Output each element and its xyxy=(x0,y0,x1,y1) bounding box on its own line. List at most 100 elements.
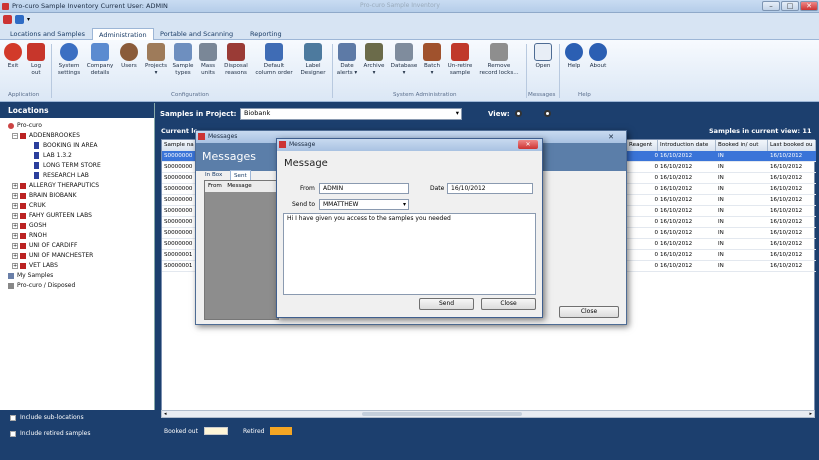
tree-item-rnoh[interactable]: + RNOH xyxy=(12,231,47,241)
disposal-reasons-button[interactable]: Disposal reasons xyxy=(221,43,251,77)
open-messages-button[interactable]: Open xyxy=(531,43,555,70)
users-button[interactable]: Users xyxy=(117,43,141,70)
maximize-button[interactable]: □ xyxy=(781,1,799,11)
mass-units-button[interactable]: Mass units xyxy=(197,43,219,77)
expand-icon[interactable]: + xyxy=(12,242,18,249)
projects-button[interactable]: Projects ▾ xyxy=(143,43,169,77)
unretire-icon xyxy=(451,43,469,61)
column-header-sample-name[interactable]: Sample na xyxy=(162,140,198,151)
label-designer-button[interactable]: Label Designer xyxy=(298,43,328,77)
tree-item-uni-of-manchester[interactable]: + UNI OF MANCHESTER xyxy=(12,251,93,261)
scroll-right-icon[interactable]: ▸ xyxy=(809,411,812,417)
tab-locations-and-samples[interactable]: Locations and Samples xyxy=(4,28,91,40)
column-header-reagent[interactable]: Reagent xyxy=(627,140,658,151)
company-details-button[interactable]: Company details xyxy=(85,43,115,77)
qat-dropdown-icon[interactable]: ▾ xyxy=(27,16,30,23)
table-cell: 16/10/2012 xyxy=(658,151,716,162)
help-button[interactable]: Help xyxy=(563,43,585,70)
default-column-order-button[interactable]: Default column order xyxy=(254,43,294,77)
send-to-select[interactable]: MMATTHEW ▾ xyxy=(319,199,409,210)
sample-types-button[interactable]: Sample types xyxy=(172,43,194,77)
column-header-introduction-date[interactable]: Introduction date xyxy=(658,140,716,151)
expand-icon[interactable]: + xyxy=(12,222,18,229)
view-radio-b[interactable] xyxy=(544,110,551,117)
table-cell: IN xyxy=(716,217,768,228)
expand-icon[interactable]: + xyxy=(12,182,18,189)
tree-item-allergy-theraputics[interactable]: + ALLERGY THERAPUTICS xyxy=(12,181,99,191)
logout-button[interactable]: Log out xyxy=(26,43,46,77)
column-header-last-booked-out[interactable]: Last booked ou xyxy=(768,140,816,151)
ribbon: Exit Log out Application System settings… xyxy=(0,40,819,102)
help-icon xyxy=(565,43,583,61)
projects-icon xyxy=(147,43,165,61)
unretire-sample-button[interactable]: Un-retire sample xyxy=(445,43,475,77)
horizontal-scrollbar[interactable]: ◂ ▸ xyxy=(161,410,815,418)
include-sub-locations-checkbox[interactable]: Include sub-locations xyxy=(10,414,84,421)
tree-item-booking-in-area[interactable]: BOOKING IN AREA xyxy=(34,141,98,151)
date-field[interactable]: 16/10/2012 xyxy=(447,183,533,194)
exit-button[interactable]: Exit xyxy=(4,43,22,70)
expand-icon[interactable]: + xyxy=(12,252,18,259)
group-separator xyxy=(559,44,560,98)
table-cell: S0000000 xyxy=(162,217,198,228)
date-label: Date xyxy=(430,185,445,192)
tree-item-long-term-store[interactable]: LONG TERM STORE xyxy=(34,161,101,171)
close-icon[interactable]: ✕ xyxy=(608,131,614,143)
table-cell: 0 xyxy=(627,261,658,272)
tree-item-brain-biobank[interactable]: + BRAIN BIOBANK xyxy=(12,191,77,201)
remove-record-locks-button[interactable]: Remove record locks... xyxy=(478,43,520,77)
collapse-icon[interactable]: − xyxy=(12,132,18,139)
include-retired-samples-checkbox[interactable]: Include retired samples xyxy=(10,430,90,437)
date-alerts-button[interactable]: Date alerts ▾ xyxy=(336,43,358,77)
legend-retired-label: Retired xyxy=(243,428,265,435)
about-button[interactable]: About xyxy=(587,43,609,70)
close-button[interactable]: Close xyxy=(481,298,536,310)
expand-icon[interactable]: + xyxy=(12,192,18,199)
exit-icon xyxy=(4,43,22,61)
column-header-booked-in-out[interactable]: Booked in/ out xyxy=(716,140,768,151)
tab-inbox[interactable]: In Box xyxy=(202,170,225,180)
tree-item-gosh[interactable]: + GOSH xyxy=(12,221,47,231)
tab-reporting[interactable]: Reporting xyxy=(244,28,288,40)
sample-types-icon xyxy=(174,43,192,61)
expand-icon[interactable]: + xyxy=(12,232,18,239)
message-body-textarea[interactable]: Hi I have given you access to the sample… xyxy=(283,213,536,295)
close-window-button[interactable]: ✕ xyxy=(800,1,818,11)
batch-button[interactable]: Batch ▾ xyxy=(421,43,443,77)
tree-item-pro-curo[interactable]: Pro-curo xyxy=(8,121,42,131)
view-radio-a[interactable] xyxy=(515,110,522,117)
table-cell: IN xyxy=(716,195,768,206)
project-select[interactable]: Biobank ▾ xyxy=(240,108,462,120)
scrollbar-thumb[interactable] xyxy=(362,412,522,416)
close-icon[interactable]: ✕ xyxy=(518,140,538,149)
tree-item-cruk[interactable]: + CRUK xyxy=(12,201,46,211)
tree-item-vet-labs[interactable]: + VET LABS xyxy=(12,261,58,271)
tab-administration[interactable]: Administration xyxy=(92,28,154,40)
tab-portable-and-scanning[interactable]: Portable and Scanning xyxy=(154,28,239,40)
scroll-left-icon[interactable]: ◂ xyxy=(164,411,167,417)
facility-icon xyxy=(20,252,26,259)
archive-button[interactable]: Archive ▾ xyxy=(361,43,387,77)
database-button[interactable]: Database ▾ xyxy=(389,43,419,77)
messages-close-button[interactable]: Close xyxy=(559,306,619,318)
tree-item-uni-of-cardiff[interactable]: + UNI OF CARDIFF xyxy=(12,241,77,251)
facility-icon xyxy=(20,182,26,189)
system-settings-button[interactable]: System settings xyxy=(55,43,83,77)
messages-list-header: From Message xyxy=(205,181,278,192)
expand-icon[interactable]: + xyxy=(12,202,18,209)
expand-icon[interactable]: + xyxy=(12,262,18,269)
from-field[interactable]: ADMIN xyxy=(319,183,409,194)
tree-item-my-samples[interactable]: My Samples xyxy=(8,271,53,281)
tree-item-disposed[interactable]: Pro-curo / Disposed xyxy=(8,281,75,291)
table-cell: IN xyxy=(716,250,768,261)
tree-item-fahy-gurteen-labs[interactable]: + FAHY GURTEEN LABS xyxy=(12,211,92,221)
tree-item-research-lab[interactable]: RESEARCH LAB xyxy=(34,171,89,181)
quick-save-icon[interactable] xyxy=(15,15,24,24)
app-menu-icon[interactable] xyxy=(3,15,12,24)
expand-icon[interactable]: + xyxy=(12,212,18,219)
tab-sent[interactable]: Sent xyxy=(230,170,251,180)
tree-item-lab-132[interactable]: LAB 1.3.2 xyxy=(34,151,72,161)
minimize-button[interactable]: – xyxy=(762,1,780,11)
send-button[interactable]: Send xyxy=(419,298,474,310)
tree-item-addenbrookes[interactable]: − ADDENBROOKES xyxy=(12,131,80,141)
